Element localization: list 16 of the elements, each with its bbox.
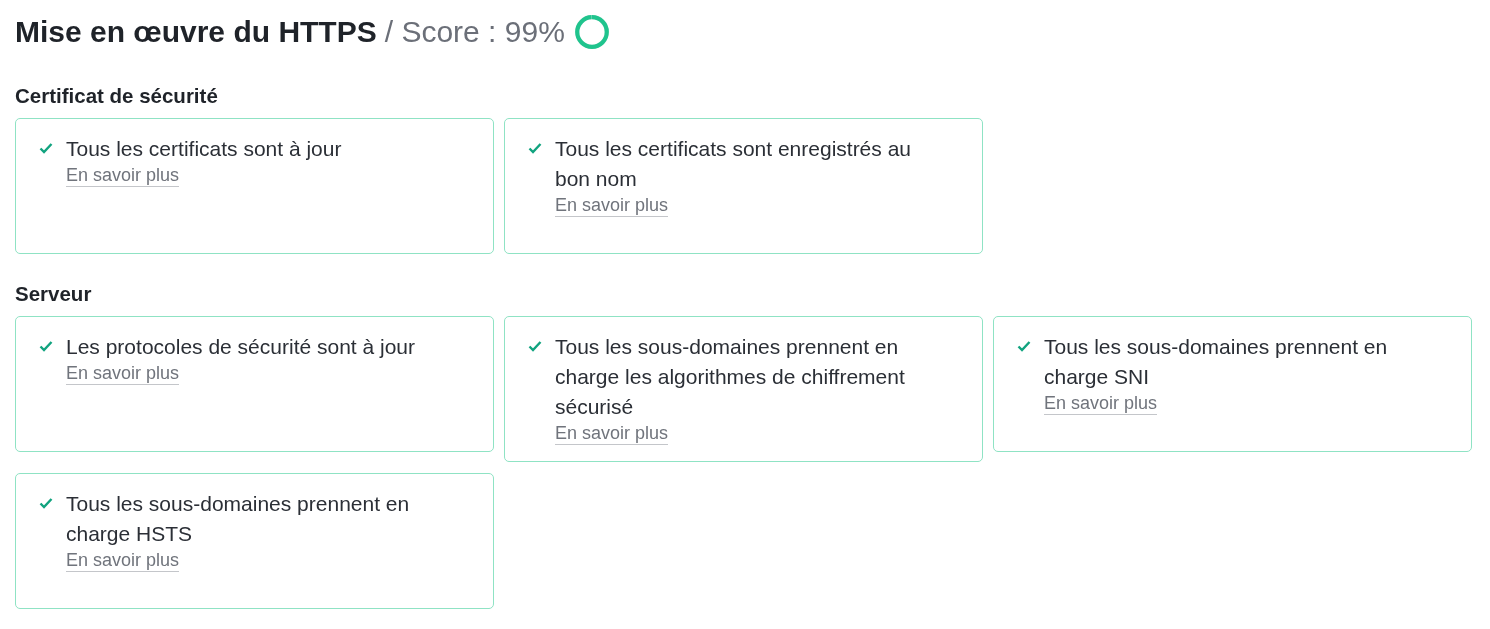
learn-more-link[interactable]: En savoir plus [66, 164, 180, 187]
score-label: / Score : 99% [384, 15, 565, 49]
check-text: Tous les certificats sont à jour [66, 136, 342, 162]
check-text: Tous les sous-domaines prennent en charge SNI [1044, 334, 1389, 390]
learn-more-link[interactable]: En savoir plus [555, 422, 669, 445]
learn-more-link[interactable]: En savoir plus [555, 194, 669, 217]
check-text: Les protocoles de sécurité sont à jour [66, 334, 416, 360]
learn-more-link[interactable]: En savoir plus [1044, 392, 1158, 415]
check-text: Tous les sous-domaines prennent en charge HSTS [66, 491, 411, 547]
learn-more-link[interactable]: En savoir plus [66, 362, 180, 385]
check-text: Tous les certificats sont enregistrés au bon nom [555, 136, 912, 192]
check-text: Tous les sous-domaines prennent en charge les algorithmes de chiffrement sécurisé [555, 334, 906, 420]
section-heading: Certificat de sécurité [15, 84, 219, 108]
section-heading: Serveur [15, 282, 93, 306]
page-title: Mise en œuvre du HTTPS [15, 15, 377, 49]
learn-more-link[interactable]: En savoir plus [66, 549, 180, 572]
